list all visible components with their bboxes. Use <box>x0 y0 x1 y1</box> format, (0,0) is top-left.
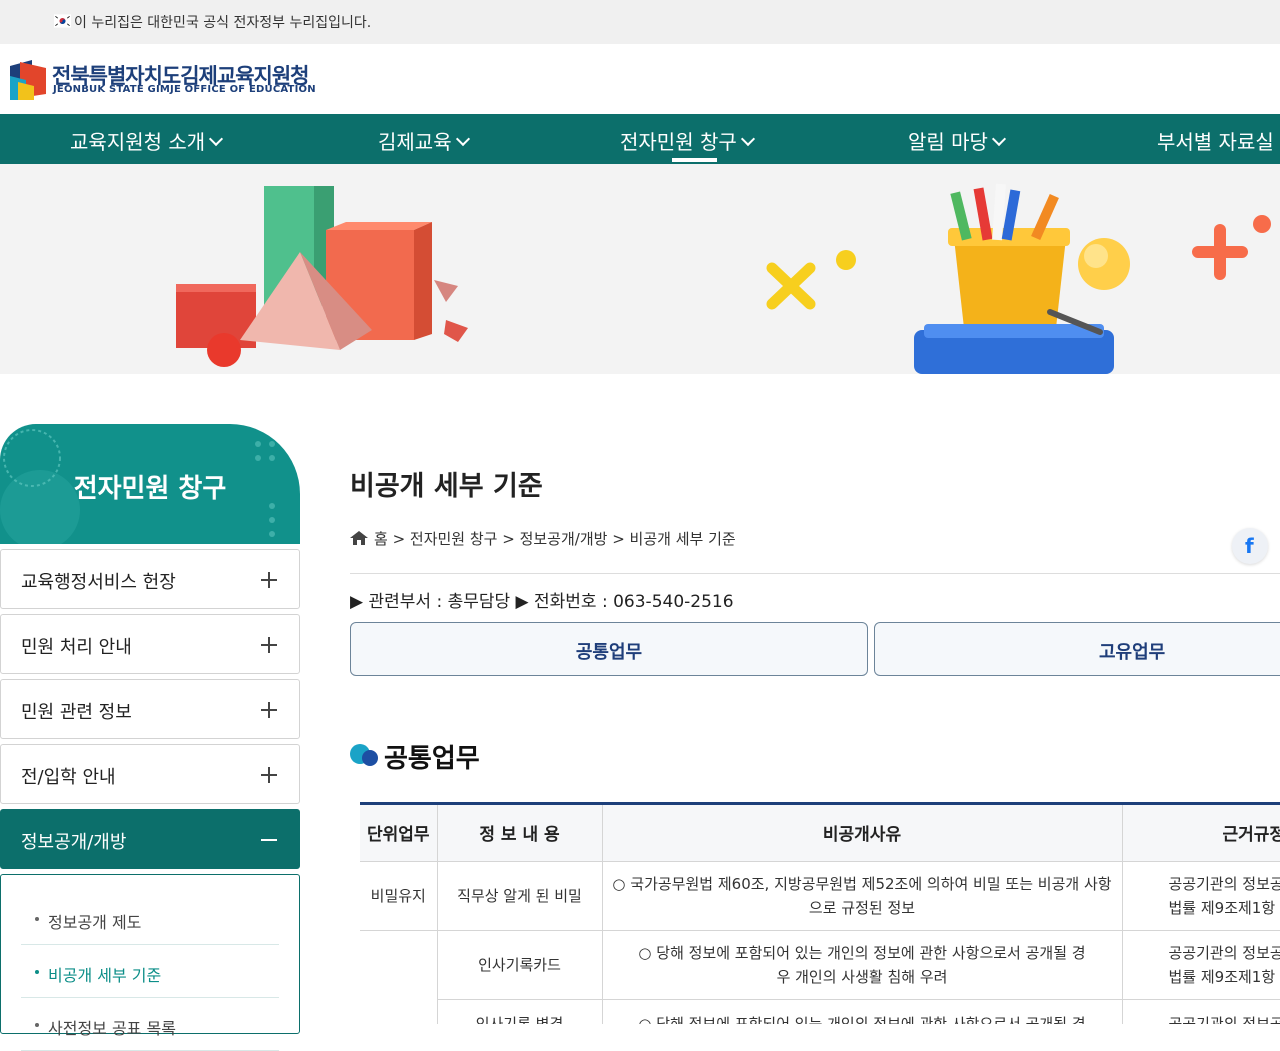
submenu-item-nondisclosure-criteria[interactable]: 비공개 세부 기준 <box>21 945 279 998</box>
chevron-down-icon <box>209 131 224 147</box>
gnb-item-gimje-edu[interactable]: 김제교육 <box>378 126 470 155</box>
sidebar-title: 전자민원 창구 <box>73 474 227 504</box>
sidebar-item-info-disclosure[interactable]: 정보공개/개방 <box>0 809 300 869</box>
submenu-item-pre-disclosure-list[interactable]: 사전정보 공표 목록 <box>21 998 279 1051</box>
home-icon[interactable] <box>350 531 368 545</box>
page-title: 비공개 세부 기준 <box>350 471 543 502</box>
plus-icon <box>261 767 277 783</box>
breadcrumb: 홈 > 전자민원 창구 > 정보공개/개방 > 비공개 세부 기준 <box>350 528 736 549</box>
sidebar-item-civil-info[interactable]: 민원 관련 정보 <box>0 679 300 739</box>
breadcrumb-text[interactable]: 홈 > 전자민원 창구 > 정보공개/개방 > 비공개 세부 기준 <box>374 530 736 548</box>
table-cell: 공공기관의 정보공개에 관한 법률 제9조제1항 <box>1121 860 1280 931</box>
bullet-dot-icon <box>362 750 378 766</box>
table-cell: 인사기록카드 <box>436 929 603 1000</box>
plus-icon <box>261 702 277 718</box>
table-cell: 공공기관의 정보공개에 관한 법률 제9조제1항 <box>1121 929 1280 1000</box>
hero-banner <box>0 164 1280 374</box>
table-row: 인사기록 변경 ○ 당해 정보에 포함되어 있는 개인의 정보에 관한 사항으로… <box>360 998 1280 1024</box>
table-cell: ○ 당해 정보에 포함되어 있는 개인의 정보에 관한 사항으로서 공개될 경우… <box>601 929 1123 1000</box>
sidebar-item-service-charter[interactable]: 교육행정서비스 헌장 <box>0 549 300 609</box>
office-logo-icon[interactable] <box>8 58 48 102</box>
table-cell: 공공기관의 정보공개에 관한 <box>1121 998 1280 1024</box>
table-cell: ○ 국가공무원법 제60조, 지방공무원법 제52조에 의하여 비밀 또는 비공… <box>601 860 1123 931</box>
hero-illustration <box>176 183 1271 374</box>
sidebar-header: 전자민원 창구 <box>0 424 300 544</box>
minus-icon <box>261 839 277 841</box>
sidebar-item-label: 교육행정서비스 헌장 <box>21 572 176 593</box>
column-header: 정 보 내 용 <box>436 805 603 862</box>
sidebar-item-label: 전/입학 안내 <box>21 767 116 788</box>
plus-icon <box>261 637 277 653</box>
column-header: 비공개사유 <box>601 805 1123 862</box>
submenu-item-disclosure-system[interactable]: 정보공개 제도 <box>21 892 279 945</box>
korea-flag-icon <box>54 14 71 28</box>
table-cell: 인사기록 변경 <box>436 998 603 1024</box>
plus-icon <box>261 572 277 588</box>
gov-banner: 이 누리집은 대한민국 공식 전자정부 누리집입니다. <box>0 0 1280 44</box>
gnb-item-dept-archive[interactable]: 부서별 자료실 <box>1157 126 1274 155</box>
sidebar-item-civil-guide[interactable]: 민원 처리 안내 <box>0 614 300 674</box>
table-cell <box>360 929 438 999</box>
table-cell: ○ 당해 정보에 포함되어 있는 개인의 정보에 관한 사항으로서 공개될 경우 <box>601 998 1123 1024</box>
gnb-active-indicator <box>672 158 717 162</box>
sidebar-item-transfer-admission[interactable]: 전/입학 안내 <box>0 744 300 804</box>
sidebar-item-label: 민원 처리 안내 <box>21 637 132 658</box>
facebook-share-button[interactable]: f <box>1232 528 1268 564</box>
table-row: 인사기록카드 ○ 당해 정보에 포함되어 있는 개인의 정보에 관한 사항으로서… <box>360 929 1280 1000</box>
table-header-row: 단위업무 정 보 내 용 비공개사유 근거규정 <box>360 805 1280 862</box>
chevron-down-icon <box>455 131 470 147</box>
table-row: 비밀유지 직무상 알게 된 비밀 ○ 국가공무원법 제60조, 지방공무원법 제… <box>360 860 1280 931</box>
column-header: 단위업무 <box>360 805 438 862</box>
tab-specific-work[interactable]: 고유업무 <box>874 622 1280 676</box>
chevron-down-icon <box>740 131 755 147</box>
table-cell <box>360 999 438 1024</box>
org-name-en[interactable]: JEONBUK STATE GIMJE OFFICE OF EDUCATION <box>53 84 316 95</box>
divider <box>350 573 1280 574</box>
dept-info: ▶ 관련부서 : 총무담당 ▶ 전화번호 : 063-540-2516 <box>350 592 734 612</box>
main-nav: 교육지원청 소개 김제교육 전자민원 창구 알림 마당 부서별 자료실 <box>0 114 1280 164</box>
chevron-down-icon <box>991 131 1007 147</box>
site-header: 전북특별자치도김제교육지원청 JEONBUK STATE GIMJE OFFIC… <box>0 44 1280 114</box>
column-header: 근거규정 <box>1121 805 1280 862</box>
table-cell: 비밀유지 <box>360 860 438 931</box>
sidebar-item-label: 정보공개/개방 <box>21 832 127 853</box>
tab-common-work[interactable]: 공통업무 <box>350 622 868 676</box>
sidebar-item-label: 민원 관련 정보 <box>21 702 132 723</box>
gnb-item-notice[interactable]: 알림 마당 <box>908 126 1007 155</box>
sidebar-submenu: 정보공개 제도 비공개 세부 기준 사전정보 공표 목록 <box>0 874 300 1051</box>
facebook-icon: f <box>1245 534 1254 558</box>
gov-banner-text[interactable]: 이 누리집은 대한민국 공식 전자정부 누리집입니다. <box>74 12 371 32</box>
nondisclosure-table: 단위업무 정 보 내 용 비공개사유 근거규정 비밀유지 직무상 알게 된 비밀… <box>360 802 1280 1024</box>
gnb-item-e-civil[interactable]: 전자민원 창구 <box>620 126 755 155</box>
table-cell: 직무상 알게 된 비밀 <box>436 860 603 931</box>
gnb-item-intro[interactable]: 교육지원청 소개 <box>70 126 224 155</box>
